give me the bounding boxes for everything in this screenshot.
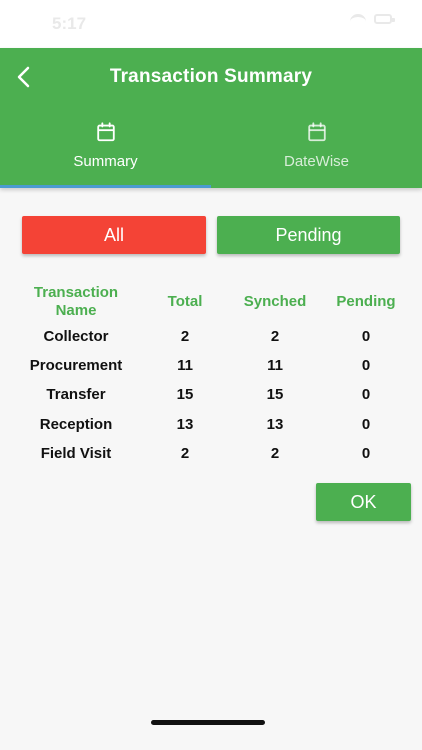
calendar-icon (307, 122, 326, 142)
app-header: Transaction Summary Summary DateWise (0, 48, 422, 188)
row-synched: 2 (270, 328, 280, 346)
table-row: Collector 2 2 0 (14, 322, 414, 351)
wifi-icon (350, 14, 366, 29)
header-transaction-name: Transaction Name (33, 284, 119, 319)
header-synched: Synched (243, 293, 307, 310)
page-title: Transaction Summary (109, 66, 313, 87)
active-tab-indicator (0, 185, 211, 188)
row-synched: 2 (270, 444, 280, 462)
row-total: 15 (176, 386, 194, 404)
calendar-icon (96, 122, 115, 142)
row-total: 2 (180, 328, 190, 346)
row-pending: 0 (361, 444, 371, 462)
row-total: 13 (176, 415, 194, 433)
tab-summary-label: Summary (73, 153, 138, 170)
row-pending: 0 (361, 328, 371, 346)
filter-row: All Pending (22, 216, 400, 254)
header-total: Total (167, 293, 203, 310)
row-synched: 13 (266, 415, 284, 433)
status-time: 5:17 (52, 14, 87, 33)
row-name: Collector (43, 328, 109, 346)
row-name: Transfer (46, 386, 106, 404)
status-icons (350, 14, 395, 29)
tab-datewise-label: DateWise (283, 153, 350, 170)
row-name: Field Visit (40, 444, 112, 462)
tab-datewise[interactable]: DateWise (211, 114, 422, 188)
filter-pending-button[interactable]: Pending (217, 216, 400, 254)
ok-button[interactable]: OK (316, 483, 411, 521)
row-synched: 15 (266, 386, 284, 404)
row-name: Procurement (29, 357, 123, 375)
battery-icon (374, 14, 395, 24)
table-row: Reception 13 13 0 (14, 410, 414, 439)
row-pending: 0 (361, 357, 371, 375)
table-row: Procurement 11 11 0 (14, 351, 414, 380)
status-bar: 5:17 (0, 0, 422, 48)
transaction-summary-table: Transaction Name Total Synched Pending C… (14, 282, 414, 468)
row-synched: 11 (267, 357, 283, 375)
home-indicator[interactable] (151, 720, 265, 725)
table-row: Transfer 15 15 0 (14, 380, 414, 409)
table-row: Field Visit 2 2 0 (14, 439, 414, 468)
row-pending: 0 (361, 386, 371, 404)
row-name: Reception (39, 415, 113, 433)
row-total: 11 (177, 357, 193, 375)
header-pending: Pending (336, 293, 396, 310)
row-total: 2 (180, 444, 190, 462)
table-header-row: Transaction Name Total Synched Pending (14, 282, 414, 322)
tab-bar: Summary DateWise (0, 114, 422, 188)
row-pending: 0 (361, 415, 371, 433)
tab-summary[interactable]: Summary (0, 114, 211, 188)
filter-all-button[interactable]: All (22, 216, 206, 254)
